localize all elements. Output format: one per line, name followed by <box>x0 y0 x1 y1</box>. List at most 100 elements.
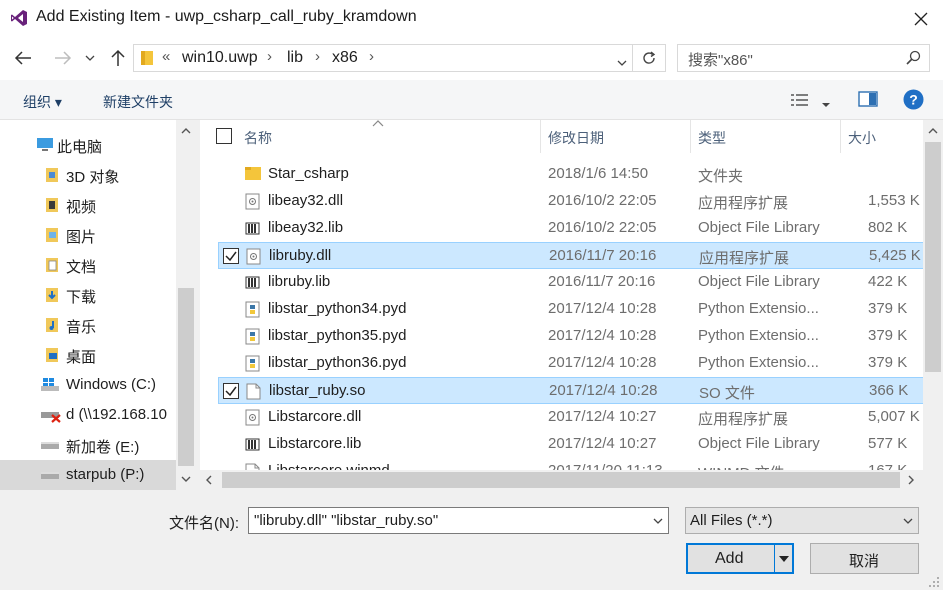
scroll-down-icon <box>181 476 191 482</box>
add-button-label: Add <box>715 550 744 567</box>
resize-grip-icon <box>929 577 939 587</box>
file-row[interactable]: libruby.lib 2016/11/7 20:16 Object File Li… <box>218 269 943 296</box>
close-button[interactable] <box>903 4 939 34</box>
nav-starpub-p[interactable]: starpub (P:) <box>0 460 176 490</box>
file-size: 379 K <box>868 300 908 317</box>
nav-network-drive-d[interactable]: d (\\192.168.10 <box>0 400 176 430</box>
file-date: 2017/12/4 10:27 <box>548 408 657 425</box>
arrow-up-icon <box>111 49 125 66</box>
breadcrumb-win10-uwp[interactable]: win10.uwp <box>182 49 258 67</box>
file-size: 1,553 K <box>868 192 920 209</box>
cancel-button[interactable]: 取消 <box>810 543 919 574</box>
file-row[interactable]: libruby.dll 2016/11/7 20:16 应用程序扩展 5,425 K <box>218 242 943 269</box>
file-row[interactable]: libeay32.dll 2016/10/2 22:05 应用程序扩展 1,553 K <box>218 188 943 215</box>
column-header-row: 名称 修改日期 类型 大小 <box>200 120 943 153</box>
dll-icon <box>245 409 260 426</box>
breadcrumb-separator-icon[interactable]: › <box>315 48 320 65</box>
nav-desktop[interactable]: 桌面 <box>0 340 176 370</box>
nav-scrollbar-thumb[interactable] <box>178 288 194 466</box>
address-bar[interactable]: « win10.uwp › lib › x86 › <box>133 44 666 72</box>
help-button[interactable]: ? <box>903 89 924 114</box>
scroll-left-icon <box>206 475 212 485</box>
row-checkbox[interactable] <box>223 383 239 399</box>
nav-volume-e[interactable]: 新加卷 (E:) <box>0 430 176 460</box>
forward-button[interactable] <box>50 45 76 71</box>
column-header-size[interactable]: 大小 <box>848 128 876 148</box>
file-type-select[interactable]: All Files (*.*) <box>685 507 919 534</box>
scroll-up-icon <box>928 128 938 134</box>
breadcrumb-overflow[interactable]: « <box>162 48 170 65</box>
nav-pictures[interactable]: 图片 <box>0 220 176 250</box>
file-name: libstar_ruby.so <box>269 382 366 399</box>
nav-videos[interactable]: 视频 <box>0 190 176 220</box>
column-divider[interactable] <box>540 120 541 153</box>
file-name: libruby.lib <box>268 273 331 290</box>
file-list-scrollbar-thumb[interactable] <box>925 142 941 372</box>
sort-ascending-icon <box>372 120 384 127</box>
window-title: Add Existing Item - uwp_csharp_call_ruby… <box>36 8 417 25</box>
file-date: 2017/12/4 10:27 <box>548 435 657 452</box>
up-button[interactable] <box>105 45 131 71</box>
file-name: libruby.dll <box>269 247 332 264</box>
folder-icon <box>245 166 261 183</box>
nav-documents[interactable]: 文档 <box>0 250 176 280</box>
refresh-button[interactable] <box>641 50 657 70</box>
file-size: 577 K <box>868 435 908 452</box>
search-icon[interactable] <box>905 50 921 70</box>
nav-music[interactable]: 音乐 <box>0 310 176 340</box>
column-divider[interactable] <box>840 120 841 153</box>
filename-input[interactable]: "libruby.dll" "libstar_ruby.so" <box>248 507 669 534</box>
file-date: 2016/10/2 22:05 <box>548 219 657 236</box>
file-row[interactable]: Libstarcore.lib 2017/12/4 10:27 Object Fil… <box>218 431 943 458</box>
column-header-date[interactable]: 修改日期 <box>548 128 604 148</box>
desktop-icon <box>44 347 60 363</box>
file-icon <box>246 383 261 400</box>
breadcrumb-lib[interactable]: lib <box>287 49 303 67</box>
file-row[interactable]: libstar_ruby.so 2017/12/4 10:28 SO 文件 366 K <box>218 377 943 404</box>
file-row[interactable]: Star_csharp 2018/1/6 14:50 文件夹 <box>218 161 943 188</box>
folder-icon <box>140 50 154 70</box>
back-button[interactable] <box>10 45 36 71</box>
file-row[interactable]: libstar_python34.pyd 2017/12/4 10:28 Pytho… <box>218 296 943 323</box>
add-button[interactable]: Add <box>686 543 794 574</box>
view-options-dropdown[interactable] <box>821 96 831 113</box>
file-row[interactable]: libeay32.lib 2016/10/2 22:05 Object File L… <box>218 215 943 242</box>
change-view-button[interactable] <box>790 92 810 112</box>
help-icon: ? <box>903 89 924 110</box>
file-size: 379 K <box>868 354 908 371</box>
breadcrumb-x86[interactable]: x86 <box>332 49 358 67</box>
nav-windows-c[interactable]: Windows (C:) <box>0 370 176 400</box>
recent-locations-button[interactable] <box>80 45 100 71</box>
nav-3d-objects[interactable]: 3D 对象 <box>0 160 176 190</box>
file-row[interactable]: libstar_python36.pyd 2017/12/4 10:28 Pytho… <box>218 350 943 377</box>
file-row[interactable]: Libstarcore.dll 2017/12/4 10:27 应用程序扩展 5,00… <box>218 404 943 431</box>
file-type-value[interactable]: All Files (*.*) <box>690 512 773 529</box>
breadcrumb-separator-icon[interactable]: › <box>369 48 374 65</box>
preview-pane-button[interactable] <box>858 91 878 111</box>
refresh-icon <box>643 51 656 64</box>
dll-icon <box>245 193 260 210</box>
breadcrumb-separator-icon[interactable]: › <box>267 48 272 65</box>
computer-icon <box>36 137 53 153</box>
nav-downloads[interactable]: 下载 <box>0 280 176 310</box>
column-divider[interactable] <box>690 120 691 153</box>
column-header-type[interactable]: 类型 <box>698 128 726 148</box>
file-type: 应用程序扩展 <box>698 411 789 428</box>
column-header-name[interactable]: 名称 <box>244 128 272 148</box>
horizontal-scrollbar-thumb[interactable] <box>222 472 900 488</box>
address-dropdown-button[interactable] <box>617 54 627 71</box>
select-all-checkbox[interactable] <box>216 128 232 144</box>
windows-drive-icon <box>40 377 59 393</box>
file-row[interactable]: libstar_python35.pyd 2017/12/4 10:28 Pytho… <box>218 323 943 350</box>
chevron-down-icon <box>822 103 830 107</box>
lib-icon <box>245 220 260 237</box>
new-folder-button[interactable]: 新建文件夹 <box>103 92 173 112</box>
file-type: Python Extensio... <box>698 354 819 371</box>
drive-icon <box>40 437 59 453</box>
search-box[interactable]: 搜索"x86" <box>677 44 930 72</box>
filename-value[interactable]: "libruby.dll" "libstar_ruby.so" <box>254 512 438 529</box>
organize-menu[interactable]: 组织 ▾ <box>23 92 62 112</box>
row-checkbox[interactable] <box>223 248 239 264</box>
search-input[interactable]: 搜索"x86" <box>688 49 753 70</box>
nav-this-pc[interactable]: 此电脑 <box>0 130 176 160</box>
